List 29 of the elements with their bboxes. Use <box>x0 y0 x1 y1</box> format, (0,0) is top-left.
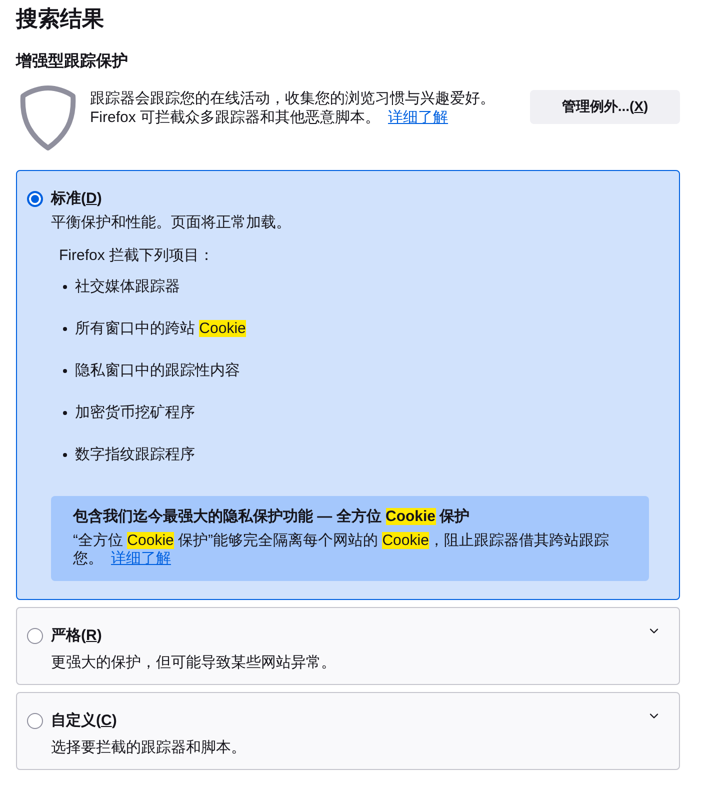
radio-button[interactable] <box>27 628 43 644</box>
bullet-icon <box>63 453 67 457</box>
shield-icon <box>18 85 78 151</box>
blocked-item: 社交媒体跟踪器 <box>75 277 180 297</box>
option-label: 自定义(C) <box>51 711 117 731</box>
description-text: 跟踪器会跟踪您的在线活动，收集您的浏览习惯与兴趣爱好。 Firefox 可拦截众多跟踪器和其他恶意脚本。 详细了解 <box>90 89 496 127</box>
blocked-item: 所有窗口中的跨站 Cookie <box>75 319 246 339</box>
learn-more-link[interactable]: 详细了解 <box>388 109 448 126</box>
manage-exceptions-button[interactable]: 管理例外...(X) <box>530 90 680 124</box>
blocked-list-heading: Firefox 拦截下列项目： <box>59 246 216 266</box>
blocked-item: 加密货币挖矿程序 <box>75 403 195 423</box>
blocked-item: 数字指纹跟踪程序 <box>75 445 195 465</box>
radio-button[interactable] <box>27 191 43 207</box>
info-text: “全方位 Cookie 保护”能够完全隔离每个网站的 Cookie，阻止跟踪器借其跨站跟踪您。 详细了解 <box>73 532 610 568</box>
option-description: 选择要拦截的跟踪器和脚本。 <box>51 738 247 758</box>
page-heading: 搜索结果 <box>16 6 105 32</box>
bullet-icon <box>63 285 67 289</box>
option-label: 严格(R) <box>51 626 102 646</box>
blocked-item: 隐私窗口中的跟踪性内容 <box>75 361 240 381</box>
info-title: 包含我们迄今最强大的隐私保护功能 — 全方位 Cookie 保护 <box>73 507 471 527</box>
bullet-icon <box>63 369 67 373</box>
option-label: 标准(D) <box>51 189 102 209</box>
option-description: 更强大的保护，但可能导致某些网站异常。 <box>51 653 337 673</box>
option-description: 平衡保护和性能。页面将正常加载。 <box>51 213 292 233</box>
bullet-icon <box>63 327 67 331</box>
radio-button[interactable] <box>27 713 43 729</box>
bullet-icon <box>63 411 67 415</box>
learn-more-link[interactable]: 详细了解 <box>111 550 171 567</box>
section-title: 增强型跟踪保护 <box>16 51 129 72</box>
